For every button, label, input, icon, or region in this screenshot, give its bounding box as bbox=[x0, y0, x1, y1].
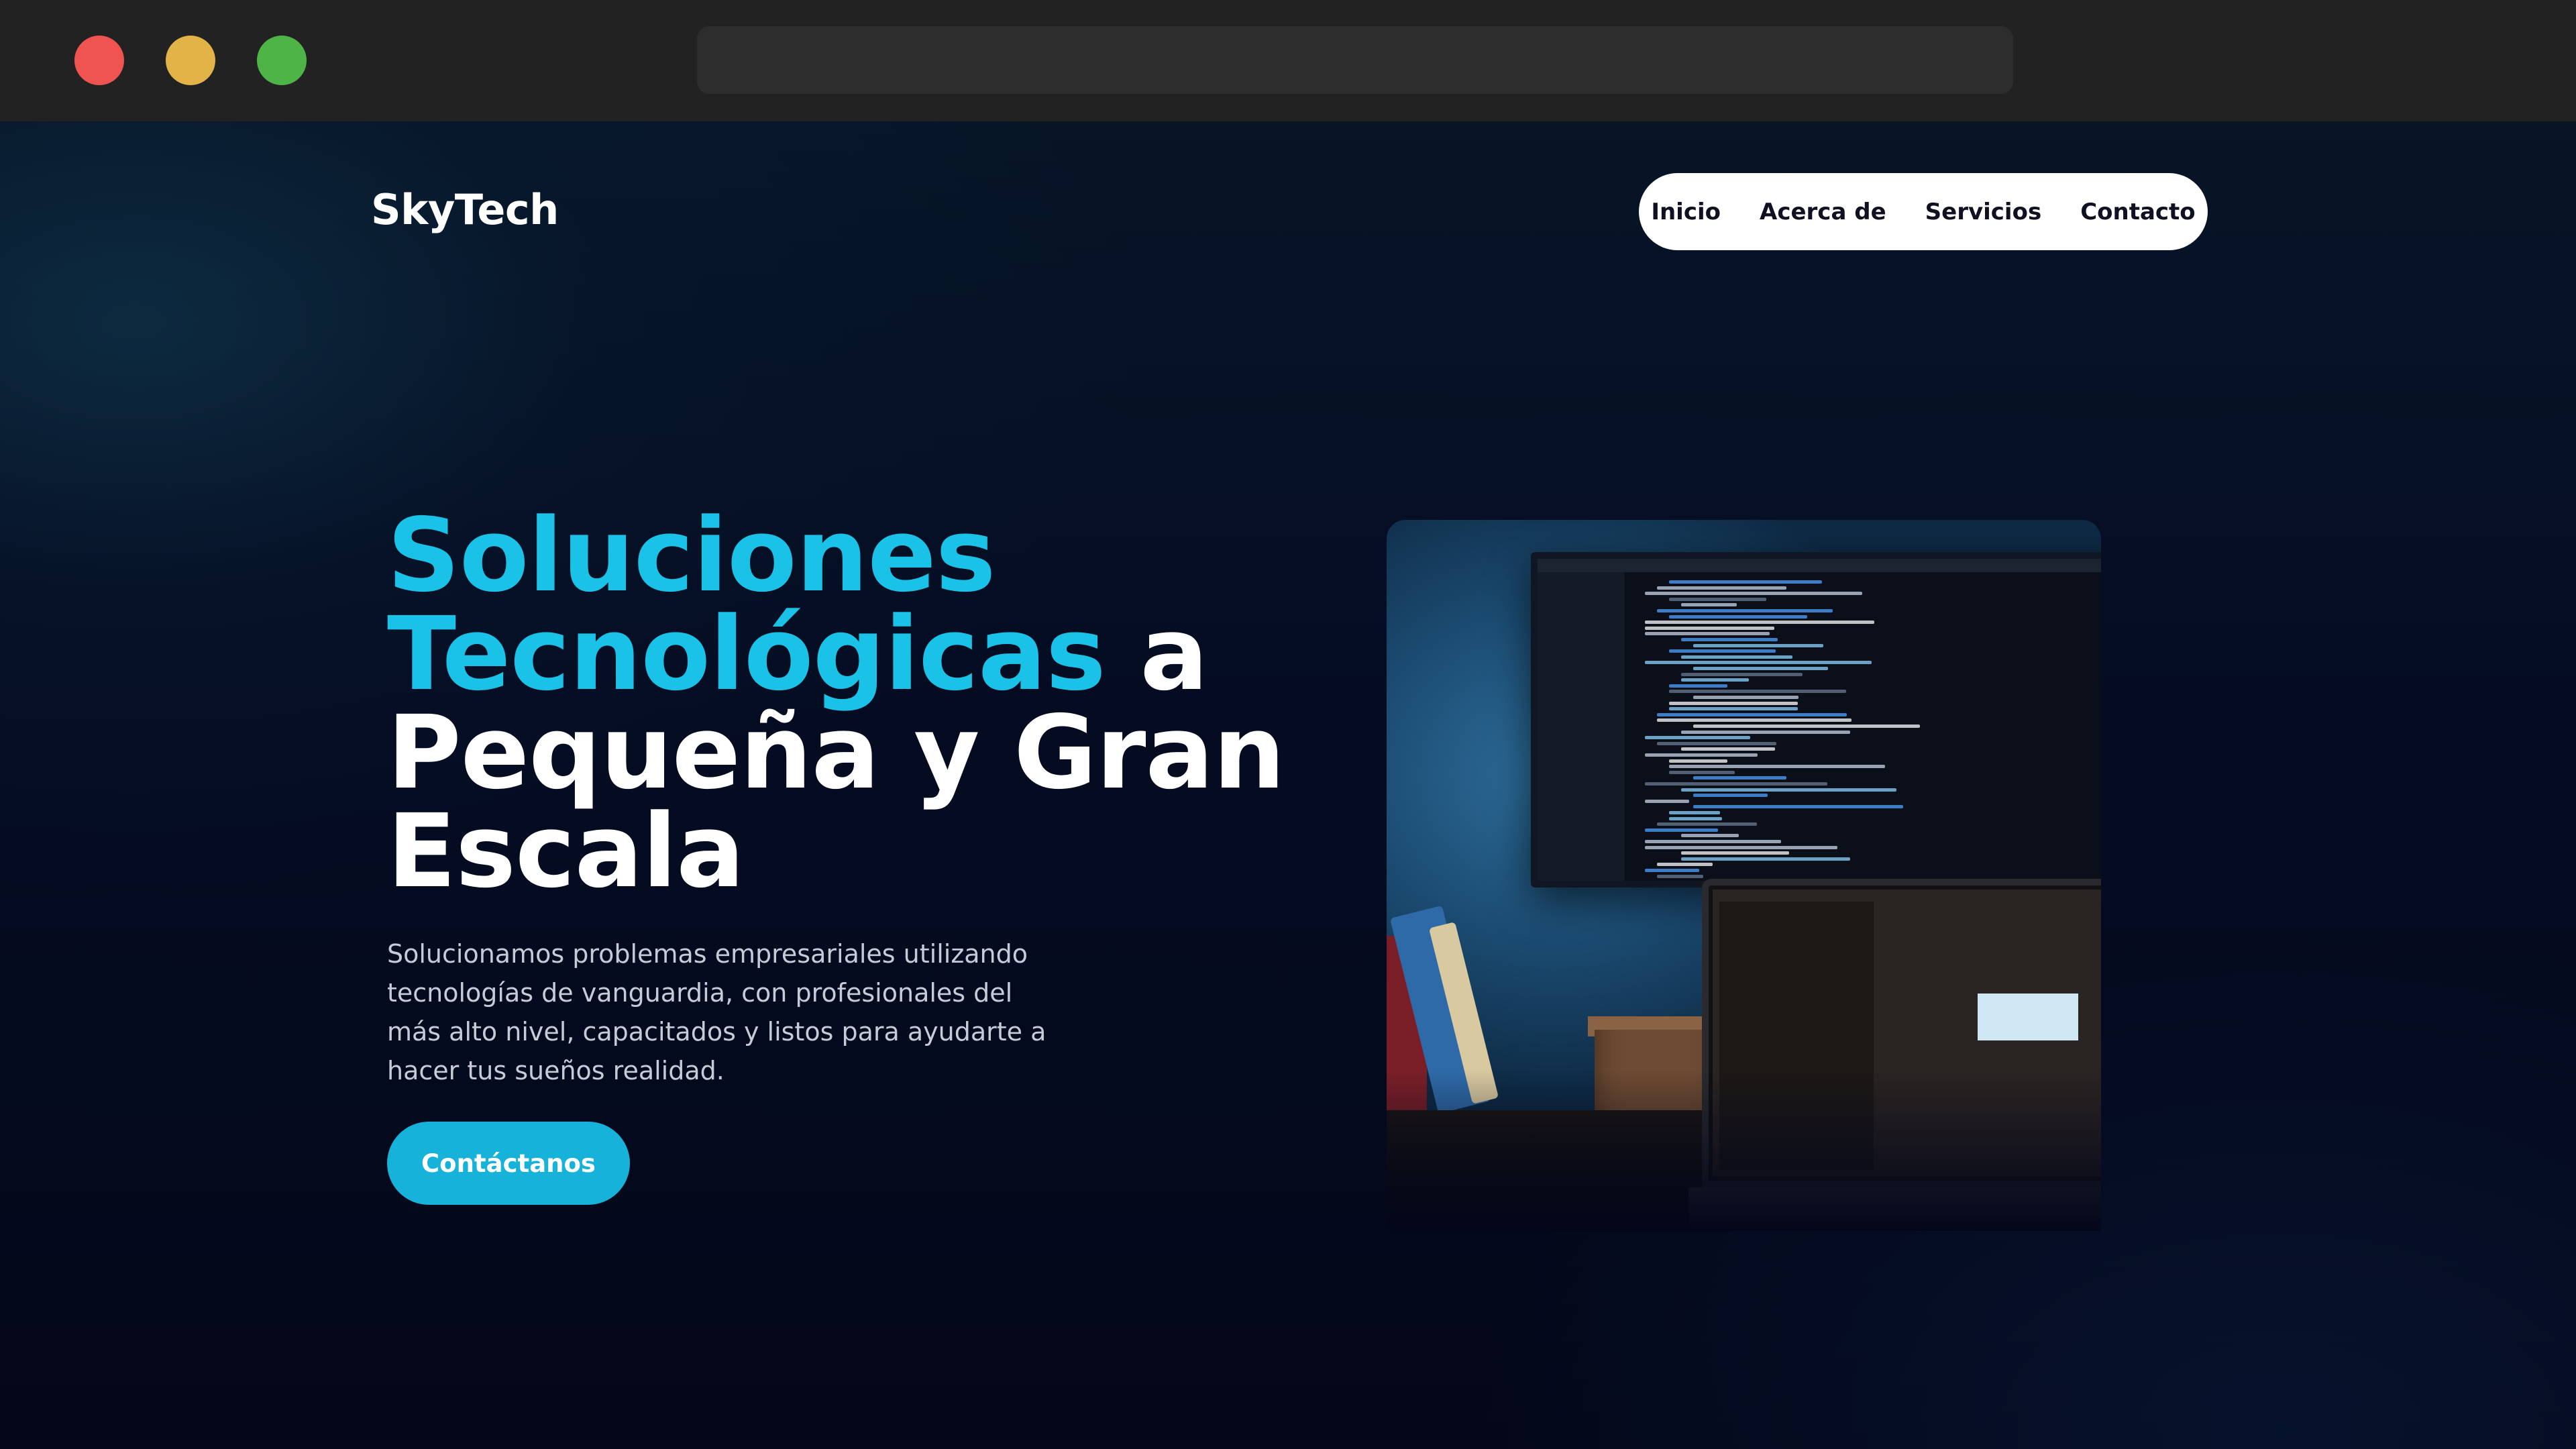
nav-item-contacto[interactable]: Contacto bbox=[2080, 199, 2195, 225]
laptop-illustration bbox=[1688, 879, 2101, 1231]
nav-item-acerca-de[interactable]: Acerca de bbox=[1760, 199, 1886, 225]
hero-title: Soluciones Tecnológicas a Pequeña y Gran… bbox=[387, 505, 1326, 902]
minimize-window-button[interactable] bbox=[166, 36, 215, 85]
hero-title-rest-3: Escala bbox=[387, 792, 745, 910]
brand-logo[interactable]: SkyTech bbox=[371, 185, 559, 234]
nav-item-servicios[interactable]: Servicios bbox=[1925, 199, 2042, 225]
address-bar[interactable] bbox=[697, 26, 2013, 94]
hero-description: Solucionamos problemas empresariales uti… bbox=[387, 939, 1046, 1085]
hero-image bbox=[1387, 520, 2101, 1231]
nav-item-inicio[interactable]: Inicio bbox=[1651, 199, 1721, 225]
landing-page: SkyTech Inicio Acerca de Servicios Conta… bbox=[0, 121, 2576, 1449]
browser-chrome bbox=[0, 0, 2576, 121]
books-illustration bbox=[1387, 896, 1527, 1124]
close-window-button[interactable] bbox=[74, 36, 124, 85]
main-nav: Inicio Acerca de Servicios Contacto bbox=[1639, 173, 2208, 250]
maximize-window-button[interactable] bbox=[257, 36, 307, 85]
desk bbox=[1387, 1110, 2101, 1231]
contact-cta-button[interactable]: Contáctanos bbox=[387, 1122, 630, 1205]
monitor-illustration bbox=[1531, 552, 2101, 888]
